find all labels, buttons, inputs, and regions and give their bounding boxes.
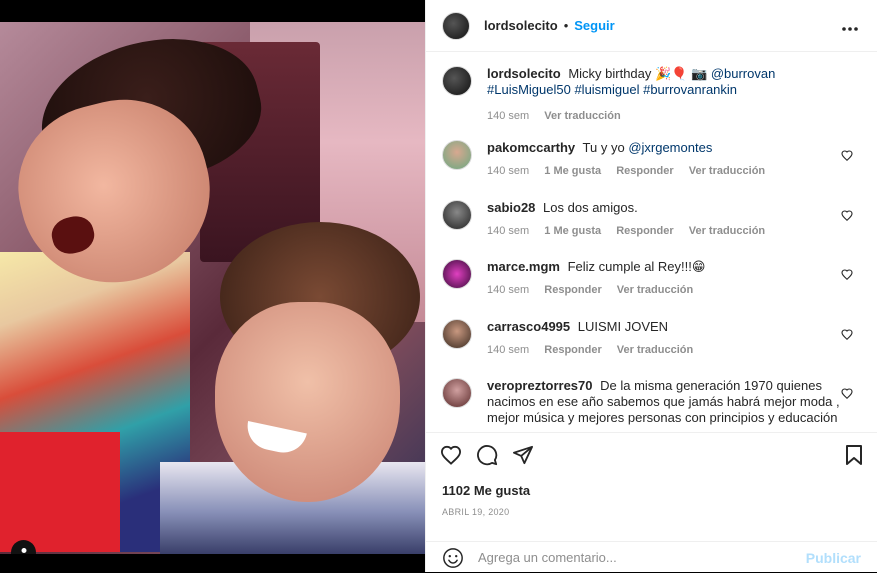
caption-avatar[interactable] <box>442 66 472 96</box>
comment-translate-link[interactable]: Ver traducción <box>689 225 765 237</box>
comment-like-heart-icon[interactable] <box>841 328 853 343</box>
action-icons-row <box>426 433 877 477</box>
comment-translate-link[interactable]: Ver traducción <box>617 344 693 356</box>
post-actions: 1102 Me gusta ABRIL 19, 2020 Publicar <box>426 432 877 572</box>
author-username[interactable]: lordsolecito <box>484 18 558 33</box>
comment-likes[interactable]: 1 Me gusta <box>544 225 601 237</box>
comment-avatar[interactable] <box>442 140 472 170</box>
comment-avatar[interactable] <box>442 319 472 349</box>
post-date: ABRIL 19, 2020 <box>442 507 510 517</box>
caption-translate-link[interactable]: Ver traducción <box>544 110 620 122</box>
comment-text: Tu y yo <box>582 140 629 155</box>
comment-input[interactable] <box>478 550 778 565</box>
comment-text: Feliz cumple al Rey!!!😁 <box>567 259 706 274</box>
comment-like-heart-icon[interactable] <box>841 387 853 402</box>
post-header: lordsolecito • Seguir <box>426 0 877 52</box>
post-modal: lordsolecito • Seguir lordsolecito Micky… <box>0 0 877 572</box>
comment-text: LUISMI JOVEN <box>577 319 669 334</box>
comment-item: sabio28 Los dos amigos. 140 sem 1 Me gus… <box>442 200 861 259</box>
comment-avatar[interactable] <box>442 259 472 289</box>
comment-time: 140 sem <box>487 284 530 296</box>
comment-like-heart-icon[interactable] <box>841 209 853 224</box>
comment-avatar[interactable] <box>442 200 472 230</box>
like-heart-icon[interactable] <box>440 445 462 465</box>
post-photo[interactable] <box>0 22 425 554</box>
post-side-panel: lordsolecito • Seguir lordsolecito Micky… <box>425 0 877 572</box>
comment-reply-button[interactable]: Responder <box>544 344 601 356</box>
comment-username[interactable]: marce.mgm <box>487 259 560 274</box>
backdrop-strip <box>0 0 425 22</box>
comment-username[interactable]: sabio28 <box>487 200 535 215</box>
comment-username[interactable]: veropreztorres70 <box>487 378 593 393</box>
comment-text: Los dos amigos. <box>543 200 638 215</box>
caption-time: 140 sem <box>487 110 530 122</box>
comment-item: veropreztorres70 De la misma generación … <box>442 378 861 431</box>
comment-item: carrasco4995 LUISMI JOVEN 140 sem Respon… <box>442 319 861 378</box>
follow-button[interactable]: Seguir <box>574 18 614 33</box>
author-avatar[interactable] <box>442 11 470 40</box>
comment-item: pakomccarthy Tu y yo @jxrgemontes 140 se… <box>442 140 861 200</box>
more-options-icon[interactable] <box>841 16 859 37</box>
separator-dot: • <box>563 18 569 33</box>
comment-avatar[interactable] <box>442 378 472 408</box>
comment-like-heart-icon[interactable] <box>841 149 853 164</box>
likes-count[interactable]: 1102 Me gusta <box>426 483 877 498</box>
comment-reply-button[interactable]: Responder <box>616 225 673 237</box>
comment-translate-link[interactable]: Ver traducción <box>617 284 693 296</box>
comment-translate-link[interactable]: Ver traducción <box>689 165 765 177</box>
comment-like-heart-icon[interactable] <box>841 268 853 283</box>
save-bookmark-icon[interactable] <box>845 445 863 468</box>
photo-red-fabric <box>0 432 120 552</box>
comment-time: 140 sem <box>487 165 530 177</box>
caption-username[interactable]: lordsolecito <box>487 66 561 81</box>
publish-button[interactable]: Publicar <box>806 550 861 566</box>
comment-mention[interactable]: @jxrgemontes <box>628 140 712 155</box>
share-paper-plane-icon[interactable] <box>512 445 534 465</box>
comment-time: 140 sem <box>487 344 530 356</box>
comment-time: 140 sem <box>487 225 530 237</box>
comment-bubble-icon[interactable] <box>476 444 498 466</box>
comment-username[interactable]: carrasco4995 <box>487 319 570 334</box>
comment-reply-button[interactable]: Responder <box>616 165 673 177</box>
photo-person-right-face <box>215 302 400 502</box>
comment-reply-button[interactable]: Responder <box>544 284 601 296</box>
comments-list[interactable]: lordsolecito Micky birthday 🎉🎈 📷 @burrov… <box>426 53 877 431</box>
add-comment-bar: Publicar <box>426 541 877 573</box>
comment-item: marce.mgm Feliz cumple al Rey!!!😁 140 se… <box>442 259 861 319</box>
caption: lordsolecito Micky birthday 🎉🎈 📷 @burrov… <box>442 66 861 140</box>
emoji-icon[interactable] <box>442 547 464 569</box>
comment-likes[interactable]: 1 Me gusta <box>544 165 601 177</box>
comment-username[interactable]: pakomccarthy <box>487 140 575 155</box>
caption-text: Micky birthday 🎉🎈 📷 <box>568 66 708 81</box>
